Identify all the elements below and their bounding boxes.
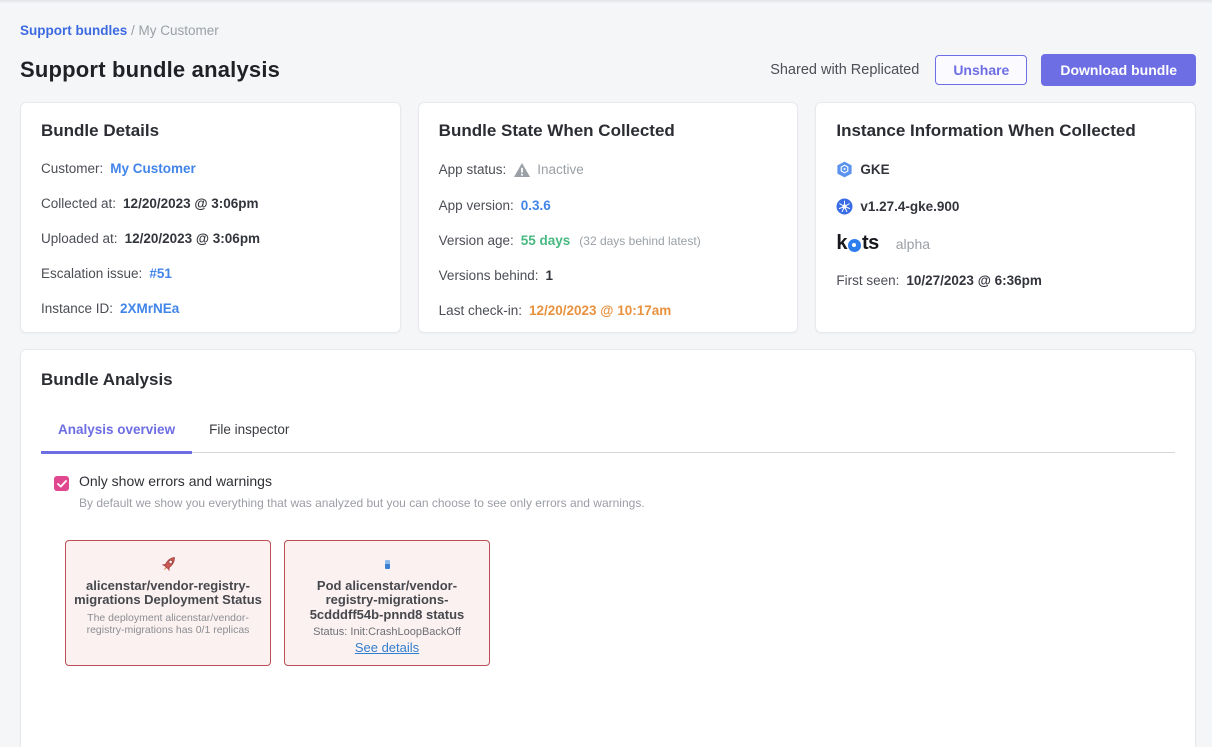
analysis-results: alicenstar/vendor-registry-migrations De…	[65, 540, 1175, 666]
versions-behind-row: Versions behind: 1	[439, 268, 778, 283]
last-checkin-label: Last check-in:	[439, 303, 522, 318]
instance-info-card: Instance Information When Collected GKE …	[815, 102, 1196, 333]
only-errors-description: By default we show you everything that w…	[79, 496, 645, 510]
see-details-link[interactable]: See details	[355, 640, 419, 655]
instance-id-label: Instance ID:	[41, 301, 113, 316]
kots-row: kts alpha	[836, 232, 1175, 255]
uploaded-at-label: Uploaded at:	[41, 231, 118, 246]
uploaded-at-row: Uploaded at: 12/20/2023 @ 3:06pm	[41, 231, 380, 246]
customer-link[interactable]: My Customer	[110, 161, 196, 176]
app-status-label: App status:	[439, 162, 507, 177]
customer-label: Customer:	[41, 161, 103, 176]
last-checkin-value: 12/20/2023 @ 10:17am	[529, 303, 671, 318]
kots-channel-label: alpha	[896, 236, 930, 252]
uploaded-at-value: 12/20/2023 @ 3:06pm	[125, 231, 261, 246]
collected-at-value: 12/20/2023 @ 3:06pm	[123, 196, 259, 211]
first-seen-value: 10/27/2023 @ 6:36pm	[906, 273, 1042, 288]
instance-id-row: Instance ID: 2XMrNEa	[41, 301, 380, 316]
breadcrumb-support-bundles-link[interactable]: Support bundles	[20, 23, 127, 38]
kots-logo: kts	[836, 232, 878, 255]
app-version-row: App version: 0.3.6	[439, 198, 778, 213]
collected-at-row: Collected at: 12/20/2023 @ 3:06pm	[41, 196, 380, 211]
deployment-status-error-card[interactable]: alicenstar/vendor-registry-migrations De…	[65, 540, 271, 666]
collected-at-label: Collected at:	[41, 196, 116, 211]
tab-file-inspector[interactable]: File inspector	[192, 414, 306, 452]
bundle-state-card: Bundle State When Collected App status: …	[418, 102, 799, 333]
error-filter-row: Only show errors and warnings By default…	[54, 473, 1175, 510]
gke-icon	[836, 161, 853, 178]
k8s-version-row: v1.27.4-gke.900	[836, 198, 1175, 215]
version-age-row: Version age: 55 days (32 days behind lat…	[439, 233, 778, 248]
breadcrumb: Support bundles / My Customer	[20, 23, 1196, 38]
versions-behind-label: Versions behind:	[439, 268, 539, 283]
bundle-analysis-title: Bundle Analysis	[41, 370, 1175, 390]
only-errors-checkbox[interactable]	[54, 476, 69, 491]
escalation-issue-link[interactable]: #51	[149, 266, 172, 281]
error-card-message: The deployment alicenstar/vendor-registr…	[74, 612, 262, 636]
warning-icon	[513, 161, 530, 178]
distribution-row: GKE	[836, 161, 1175, 178]
error-card-status: Status: Init:CrashLoopBackOff	[313, 626, 461, 638]
bundle-state-title: Bundle State When Collected	[439, 121, 778, 141]
escalation-issue-row: Escalation issue: #51	[41, 266, 380, 281]
rocket-icon	[158, 551, 179, 577]
pod-icon	[385, 551, 390, 577]
version-age-label: Version age:	[439, 233, 514, 248]
app-status-value: Inactive	[537, 162, 584, 177]
bundle-details-title: Bundle Details	[41, 121, 380, 141]
customer-row: Customer: My Customer	[41, 161, 380, 176]
version-age-note: (32 days behind latest)	[579, 234, 700, 248]
info-cards-row: Bundle Details Customer: My Customer Col…	[20, 102, 1196, 333]
page-title: Support bundle analysis	[20, 57, 280, 83]
instance-info-title: Instance Information When Collected	[836, 121, 1175, 141]
error-card-title: Pod alicenstar/vendor-registry-migration…	[293, 579, 481, 622]
kots-logo-ts: ts	[862, 232, 879, 255]
only-errors-label[interactable]: Only show errors and warnings	[79, 473, 645, 489]
analysis-tabs: Analysis overview File inspector	[41, 414, 1175, 453]
escalation-issue-label: Escalation issue:	[41, 266, 142, 281]
support-bundle-analysis-page: Support bundles / My Customer Support bu…	[0, 3, 1212, 747]
breadcrumb-separator: /	[127, 23, 138, 38]
instance-id-link[interactable]: 2XMrNEa	[120, 301, 179, 316]
app-status-row: App status: Inactive	[439, 161, 778, 178]
unshare-button[interactable]: Unshare	[935, 55, 1027, 85]
versions-behind-value: 1	[546, 268, 554, 283]
app-version-label: App version:	[439, 198, 514, 213]
version-age-value: 55 days	[521, 233, 571, 248]
last-checkin-row: Last check-in: 12/20/2023 @ 10:17am	[439, 303, 778, 318]
first-seen-row: First seen: 10/27/2023 @ 6:36pm	[836, 273, 1175, 288]
download-bundle-button[interactable]: Download bundle	[1041, 54, 1196, 86]
kots-logo-k: k	[836, 232, 847, 255]
kots-logo-o-icon	[848, 239, 861, 252]
kubernetes-icon	[836, 198, 853, 215]
k8s-version-value: v1.27.4-gke.900	[860, 199, 959, 214]
pod-status-error-card[interactable]: Pod alicenstar/vendor-registry-migration…	[284, 540, 490, 666]
app-version-link[interactable]: 0.3.6	[521, 198, 551, 213]
shared-status-text: Shared with Replicated	[770, 62, 919, 78]
page-header: Support bundle analysis Shared with Repl…	[20, 54, 1196, 86]
header-actions: Shared with Replicated Unshare Download …	[770, 54, 1196, 86]
bundle-details-card: Bundle Details Customer: My Customer Col…	[20, 102, 401, 333]
first-seen-label: First seen:	[836, 273, 899, 288]
breadcrumb-current: My Customer	[139, 23, 219, 38]
error-filter-texts: Only show errors and warnings By default…	[79, 473, 645, 510]
bundle-analysis-section: Bundle Analysis Analysis overview File i…	[20, 349, 1196, 747]
tab-analysis-overview[interactable]: Analysis overview	[41, 414, 192, 454]
error-card-title: alicenstar/vendor-registry-migrations De…	[74, 579, 262, 608]
distribution-value: GKE	[860, 162, 889, 177]
